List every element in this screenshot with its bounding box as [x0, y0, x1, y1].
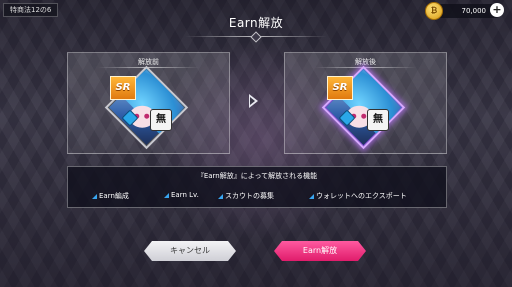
character-card-after: SR 無: [321, 65, 406, 150]
add-currency-button[interactable]: +: [490, 3, 504, 17]
features-title: 『Earn解放』によって解放される機能: [196, 172, 318, 180]
before-panel: 解放前 SR 無: [67, 52, 230, 154]
currency-value: 70,000: [461, 7, 487, 15]
triangle-marker-icon: [92, 193, 97, 199]
feature-item: ウォレットへのエクスポート: [309, 191, 407, 201]
triangle-marker-icon: [164, 192, 169, 198]
currency-display: ₿ 70,000 +: [425, 2, 504, 20]
arrow-right-icon: [249, 94, 258, 108]
feature-item: Earn編成: [92, 191, 129, 201]
before-label: 解放前: [138, 58, 159, 66]
after-label: 解放後: [355, 58, 376, 66]
feature-item: スカウトの募集: [218, 191, 274, 201]
attribute-badge: 無: [367, 109, 389, 131]
after-panel: 解放後 SR 無: [284, 52, 447, 154]
rarity-badge: SR: [327, 76, 353, 100]
character-card-before: SR 無: [104, 65, 189, 150]
unlocked-features-box: 『Earn解放』によって解放される機能 Earn編成 Earn Lv. スカウト…: [67, 166, 447, 208]
rarity-badge: SR: [110, 76, 136, 100]
cancel-button[interactable]: キャンセル: [144, 241, 236, 261]
triangle-marker-icon: [218, 193, 223, 199]
title-divider: [185, 36, 327, 37]
feature-item: Earn Lv.: [164, 191, 199, 199]
attribute-badge: 無: [150, 109, 172, 131]
coin-icon: ₿: [425, 2, 443, 20]
earn-unlock-button[interactable]: Earn解放: [274, 241, 366, 261]
triangle-marker-icon: [309, 193, 314, 199]
